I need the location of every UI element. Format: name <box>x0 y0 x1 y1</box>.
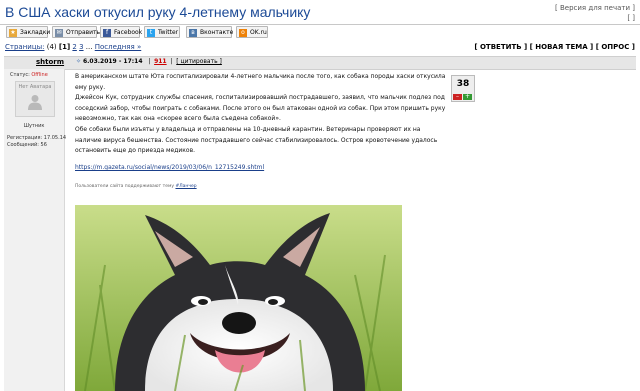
twitter-icon: t <box>147 29 155 37</box>
status-value: Offline <box>31 72 48 78</box>
rating-plus-button[interactable]: + <box>463 94 472 100</box>
facebook-button[interactable]: f Facebook <box>100 26 143 38</box>
source-link[interactable]: https://m.gazeta.ru/social/news/2019/03/… <box>75 164 264 171</box>
rating-value: 38 <box>456 79 470 89</box>
twitter-button-label: Twitter <box>158 29 179 36</box>
pages-count: (4) <box>46 43 57 51</box>
avatar-placeholder-text: Нет Аватара <box>18 84 52 90</box>
post-meta: ✧ 6.03.2019 - 17:14 | 911 | [ цитировать… <box>76 58 222 65</box>
bookmarks-button[interactable]: ★ Закладки <box>6 26 51 38</box>
vk-button[interactable]: в Вконтакте <box>186 26 234 38</box>
topic-actions: [ ОТВЕТИТЬ ] [ НОВАЯ ТЕМА ] [ ОПРОС ] <box>474 43 635 51</box>
post-date: 6.03.2019 - 17:14 <box>82 58 143 65</box>
print-version-link[interactable]: [ Версия для печати ] <box>555 3 635 13</box>
facebook-icon: f <box>103 29 111 37</box>
extra-bracket-link[interactable]: [ ] <box>555 13 635 23</box>
status-line: Статус: Offline <box>10 72 48 78</box>
vk-icon: в <box>189 29 197 37</box>
title-bar: В США хаски откусил руку 4-летнему мальч… <box>0 0 640 25</box>
send-button[interactable]: ✉ Отправить <box>52 26 101 38</box>
new-topic-button[interactable]: [ НОВАЯ ТЕМА ] <box>530 43 594 51</box>
message-count: Сообщений: 56 <box>7 142 47 148</box>
reply-button[interactable]: [ ОТВЕТИТЬ ] <box>474 43 527 51</box>
pages-label[interactable]: Страницы: <box>5 43 44 51</box>
ok-icon: o <box>239 29 247 37</box>
post-author-link[interactable]: shtorm <box>36 58 64 66</box>
husky-photo-graphic <box>75 205 402 391</box>
husky-photo <box>75 205 402 391</box>
print-version-link-area: [ Версия для печати ] [ ] <box>555 3 635 23</box>
user-info-panel: Статус: Offline Нет Аватара Шутник Регис… <box>4 69 67 391</box>
bookmarks-button-label: Закладки <box>20 29 51 36</box>
pages-dots: ... <box>85 43 93 51</box>
post-paragraph: Обе собаки были изъяты у владельца и отп… <box>75 125 438 155</box>
twitter-button[interactable]: t Twitter <box>144 26 180 38</box>
avatar: Нет Аватара <box>15 81 55 117</box>
facebook-button-label: Facebook <box>114 29 143 36</box>
rating-minus-button[interactable]: – <box>453 94 462 100</box>
quote-link[interactable]: [ цитировать ] <box>176 58 222 65</box>
post-icon: ✧ <box>76 58 82 65</box>
pagination-row: Страницы: (4) [1] 2 3 ... Последняя » [ … <box>0 41 640 55</box>
poll-button[interactable]: [ ОПРОС ] <box>596 43 635 51</box>
last-page-link[interactable]: Последняя » <box>95 43 142 51</box>
send-button-label: Отправить <box>66 29 101 36</box>
vk-button-label: Вконтакте <box>200 29 234 36</box>
bookmark-icon: ★ <box>9 29 17 37</box>
pages-current: [1] <box>58 43 71 51</box>
status-label: Статус: <box>10 72 30 78</box>
share-toolbar: ★ Закладки ✉ Отправить f Facebook t Twit… <box>0 25 640 39</box>
topic-title: В США хаски откусил руку 4-летнему мальч… <box>5 4 311 20</box>
user-silhouette-icon <box>28 95 42 110</box>
post-header: shtorm ✧ 6.03.2019 - 17:14 | 911 | [ цит… <box>4 56 636 70</box>
post-note-tag[interactable]: #Ланчер <box>175 184 196 189</box>
registration-date: Регистрация: 17.05.14 <box>7 135 67 141</box>
post-rating: 38 – + <box>451 75 475 102</box>
post-body: В американском штате Юта госпитализирова… <box>75 72 447 157</box>
user-rank: Шутник <box>23 123 45 129</box>
ok-button-label: OK.ru <box>250 29 267 36</box>
pagination: Страницы: (4) [1] 2 3 ... Последняя » <box>5 43 141 51</box>
page-3-link[interactable]: 3 <box>79 43 83 51</box>
post-note-text: Пользователи сайта поддерживают тему <box>75 184 175 189</box>
page-2-link[interactable]: 2 <box>72 43 76 51</box>
post-number-link[interactable]: 911 <box>154 58 167 65</box>
post-note: Пользователи сайта поддерживают тему #Ла… <box>75 184 197 189</box>
post-paragraph: В американском штате Юта госпитализирова… <box>75 73 446 91</box>
post-paragraph: Джейсон Кук, сотрудник службы спасения, … <box>75 94 446 123</box>
mail-icon: ✉ <box>55 29 63 37</box>
ok-button[interactable]: o OK.ru <box>236 26 268 38</box>
